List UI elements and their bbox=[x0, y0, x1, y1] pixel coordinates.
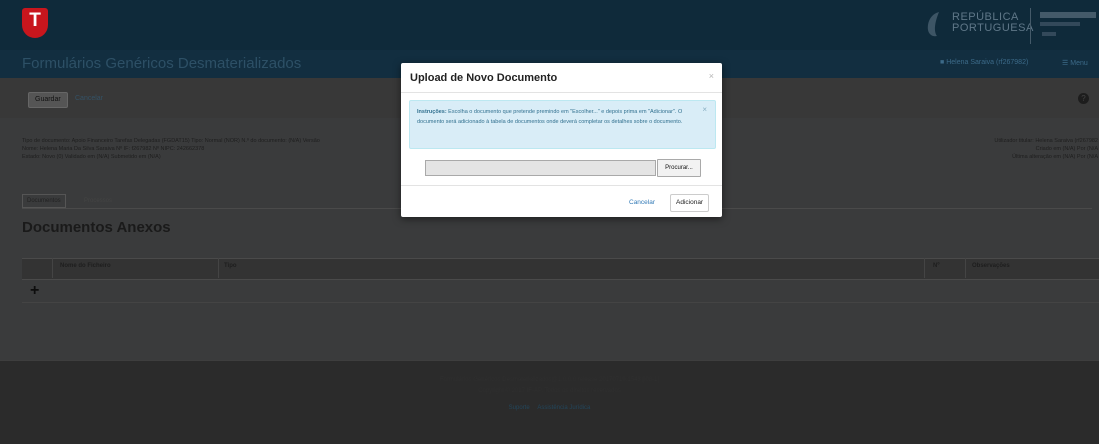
instructions-alert: Instruções: Escolha o documento que pret… bbox=[409, 100, 716, 149]
footer-copyright: Copyright © 2017 IF-AP. Todos os direito… bbox=[478, 388, 621, 394]
header-links-placeholder-2 bbox=[1040, 22, 1080, 26]
republic-label: REPÚBLICA PORTUGUESA bbox=[952, 12, 1034, 34]
doc-meta-line3: Última alteração em (N/A) Por (N/A bbox=[1012, 154, 1098, 160]
dialog-cancel-button[interactable]: Cancelar bbox=[629, 197, 655, 209]
column-divider bbox=[218, 258, 219, 278]
table-header bbox=[22, 258, 1099, 280]
header-links-placeholder-3 bbox=[1042, 32, 1056, 36]
dialog-title: Upload de Novo Documento bbox=[410, 72, 558, 84]
tab-processos[interactable]: Processos bbox=[84, 195, 112, 207]
browse-button[interactable]: Procurar... bbox=[657, 159, 701, 177]
add-row-button[interactable]: + bbox=[30, 283, 39, 299]
menu-button[interactable]: ☰ Menu bbox=[1062, 59, 1088, 67]
doc-info-line3: Estado: Novo (0) Validado em (N/A) Subme… bbox=[22, 154, 161, 160]
footer-links: Suporte Assistência Jurídica bbox=[0, 405, 1099, 411]
doc-info-line2: Nome: Helena Maria Da Silva Saraiva Nº I… bbox=[22, 146, 205, 152]
column-header-type[interactable]: Tipo bbox=[224, 263, 237, 269]
republic-emblem-icon bbox=[927, 12, 939, 37]
upload-dialog: Upload de Novo Documento × Instruções: E… bbox=[401, 63, 722, 217]
doc-info-line1: Tipo de documento: Apoio Financeiro Tare… bbox=[22, 138, 320, 144]
menu-label: Menu bbox=[1070, 60, 1088, 67]
dialog-add-button[interactable]: Adicionar bbox=[670, 194, 710, 212]
doc-meta-line2: Criado em (N/A) Por (N/A bbox=[1035, 146, 1098, 152]
hamburger-icon: ☰ bbox=[1062, 60, 1069, 67]
page: T REPÚBLICA PORTUGUESA Formulários Genér… bbox=[0, 0, 1099, 444]
logo-letter: T bbox=[29, 10, 41, 31]
cancel-link[interactable]: Cancelar bbox=[75, 92, 103, 106]
table-row bbox=[22, 280, 1099, 303]
help-icon[interactable]: ? bbox=[1078, 93, 1089, 104]
column-header-observations[interactable]: Observações bbox=[972, 263, 1010, 269]
alert-close-icon[interactable]: × bbox=[702, 105, 707, 114]
column-header-number[interactable]: Nº bbox=[933, 263, 940, 269]
user-icon: ■ bbox=[940, 59, 945, 66]
footer-link-support[interactable]: Suporte bbox=[509, 405, 530, 411]
tab-documentos[interactable]: Documentos bbox=[22, 194, 66, 208]
user-name: Helena Saraiva (rf267982) bbox=[946, 59, 1029, 66]
doc-meta-line1: Utilizador titular: Helena Saraiva (rf26… bbox=[994, 138, 1098, 144]
dialog-header-divider bbox=[401, 92, 722, 93]
alert-body: Escolha o documento que pretende premind… bbox=[417, 109, 683, 125]
column-divider bbox=[924, 258, 925, 278]
column-header-filename[interactable]: Nome do Ficheiro bbox=[60, 263, 111, 269]
save-button[interactable]: Guardar bbox=[28, 92, 68, 108]
footer-version: Formulários Genéricos Desmaterializados@… bbox=[439, 377, 660, 383]
header-divider bbox=[1030, 8, 1031, 44]
footer-link-legal[interactable]: Assistência Jurídica bbox=[537, 405, 590, 411]
section-title: Documentos Anexos bbox=[22, 219, 171, 236]
dialog-footer-divider bbox=[401, 185, 722, 186]
column-divider bbox=[965, 258, 966, 278]
header-links-placeholder[interactable] bbox=[1040, 12, 1096, 18]
column-divider bbox=[52, 258, 53, 278]
file-path-input[interactable] bbox=[425, 160, 656, 176]
app-title: Formulários Genéricos Desmaterializados bbox=[22, 55, 302, 72]
alert-text: Instruções: Escolha o documento que pret… bbox=[417, 107, 687, 127]
close-icon[interactable]: × bbox=[709, 71, 714, 81]
user-menu[interactable]: ■ Helena Saraiva (rf267982) bbox=[940, 59, 1028, 66]
footer bbox=[0, 360, 1099, 444]
alert-label: Instruções: bbox=[417, 109, 447, 115]
brand-logo[interactable]: T bbox=[22, 8, 48, 38]
republic-line2: PORTUGUESA bbox=[952, 22, 1034, 34]
